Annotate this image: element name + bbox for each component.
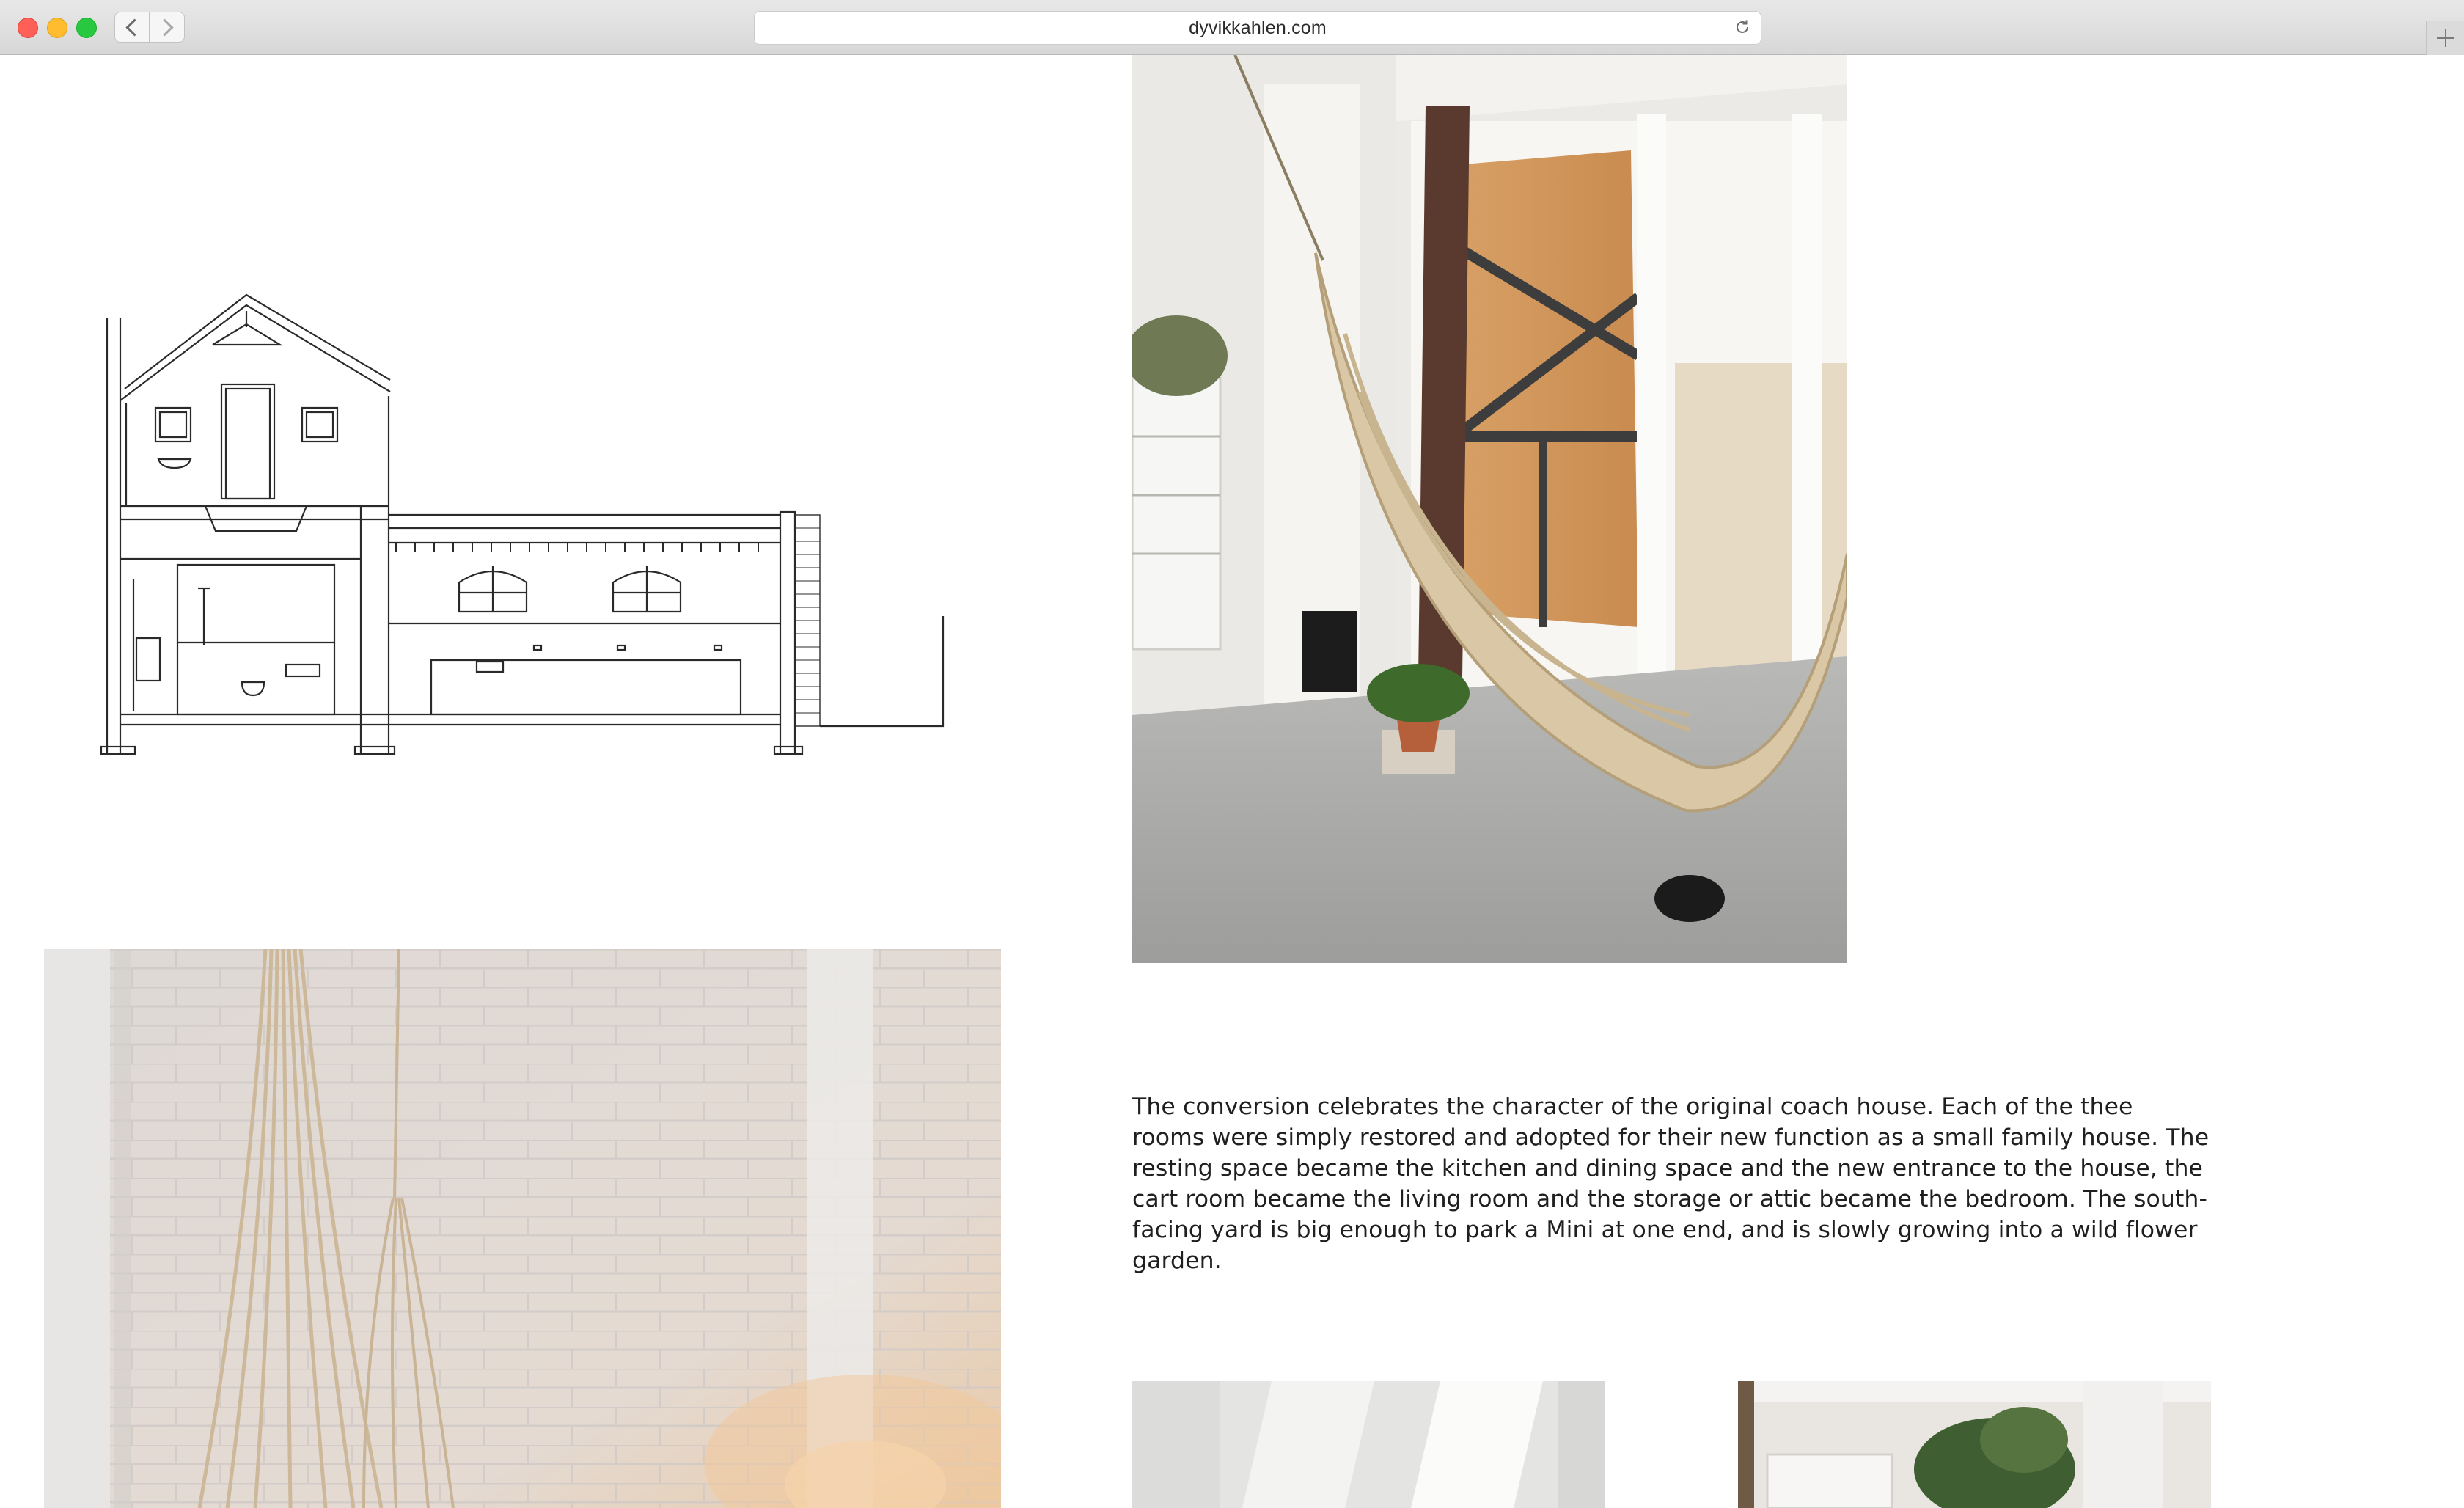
hammock-living-room-photo bbox=[1132, 55, 1847, 963]
new-tab-button[interactable] bbox=[2426, 21, 2464, 55]
back-button[interactable] bbox=[114, 12, 150, 43]
interior-plants-photo bbox=[1738, 1381, 2211, 1508]
architectural-section-drawing bbox=[88, 286, 953, 770]
url-text: dyvikkahlen.com bbox=[1189, 17, 1327, 38]
minimize-window-button[interactable] bbox=[47, 18, 67, 38]
brick-wall-hammock-photo bbox=[44, 949, 1001, 1508]
plus-icon bbox=[2437, 29, 2454, 47]
address-bar[interactable]: dyvikkahlen.com bbox=[754, 11, 1761, 45]
chevron-left-icon bbox=[125, 18, 144, 37]
close-window-button[interactable] bbox=[18, 18, 38, 38]
forward-button[interactable] bbox=[150, 12, 185, 43]
chevron-right-icon bbox=[155, 18, 174, 37]
reload-icon[interactable] bbox=[1734, 19, 1750, 35]
project-description: The conversion celebrates the character … bbox=[1132, 1094, 2210, 1274]
interior-window-photo bbox=[1132, 1381, 1605, 1508]
maximize-window-button[interactable] bbox=[76, 18, 97, 38]
browser-toolbar: dyvikkahlen.com bbox=[0, 0, 2464, 55]
